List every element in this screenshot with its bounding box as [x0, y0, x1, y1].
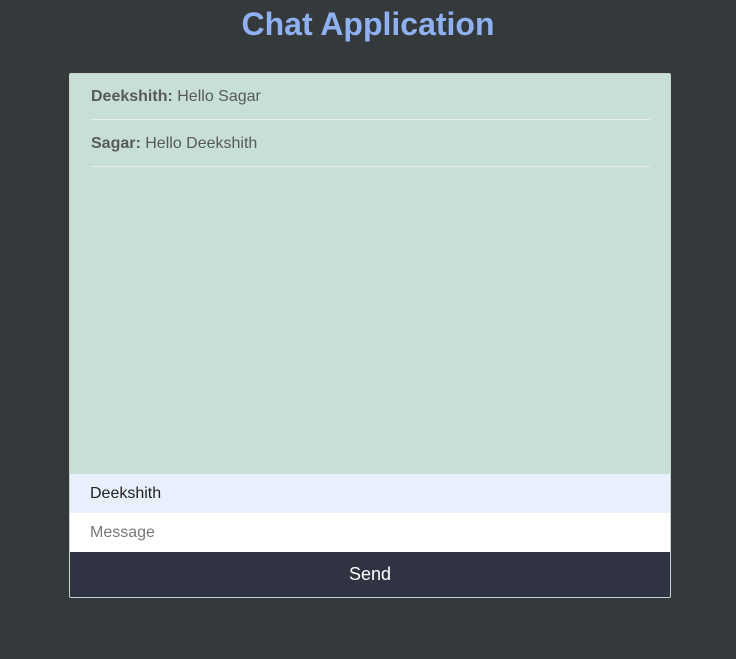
- chat-container: Deekshith: Hello Sagar Sagar: Hello Deek…: [69, 73, 671, 598]
- send-button[interactable]: Send: [70, 552, 670, 597]
- message-list: Deekshith: Hello Sagar Sagar: Hello Deek…: [70, 74, 670, 474]
- message-input[interactable]: [70, 513, 670, 552]
- name-input[interactable]: [70, 474, 670, 513]
- message-sender: Deekshith:: [91, 88, 173, 105]
- message-text: Hello Deekshith: [145, 135, 258, 152]
- page-title: Chat Application: [241, 6, 495, 42]
- message-sender: Sagar:: [91, 135, 141, 152]
- message-item: Deekshith: Hello Sagar: [90, 74, 650, 120]
- message-item: Sagar: Hello Deekshith: [90, 121, 650, 167]
- message-text: Hello Sagar: [177, 88, 261, 105]
